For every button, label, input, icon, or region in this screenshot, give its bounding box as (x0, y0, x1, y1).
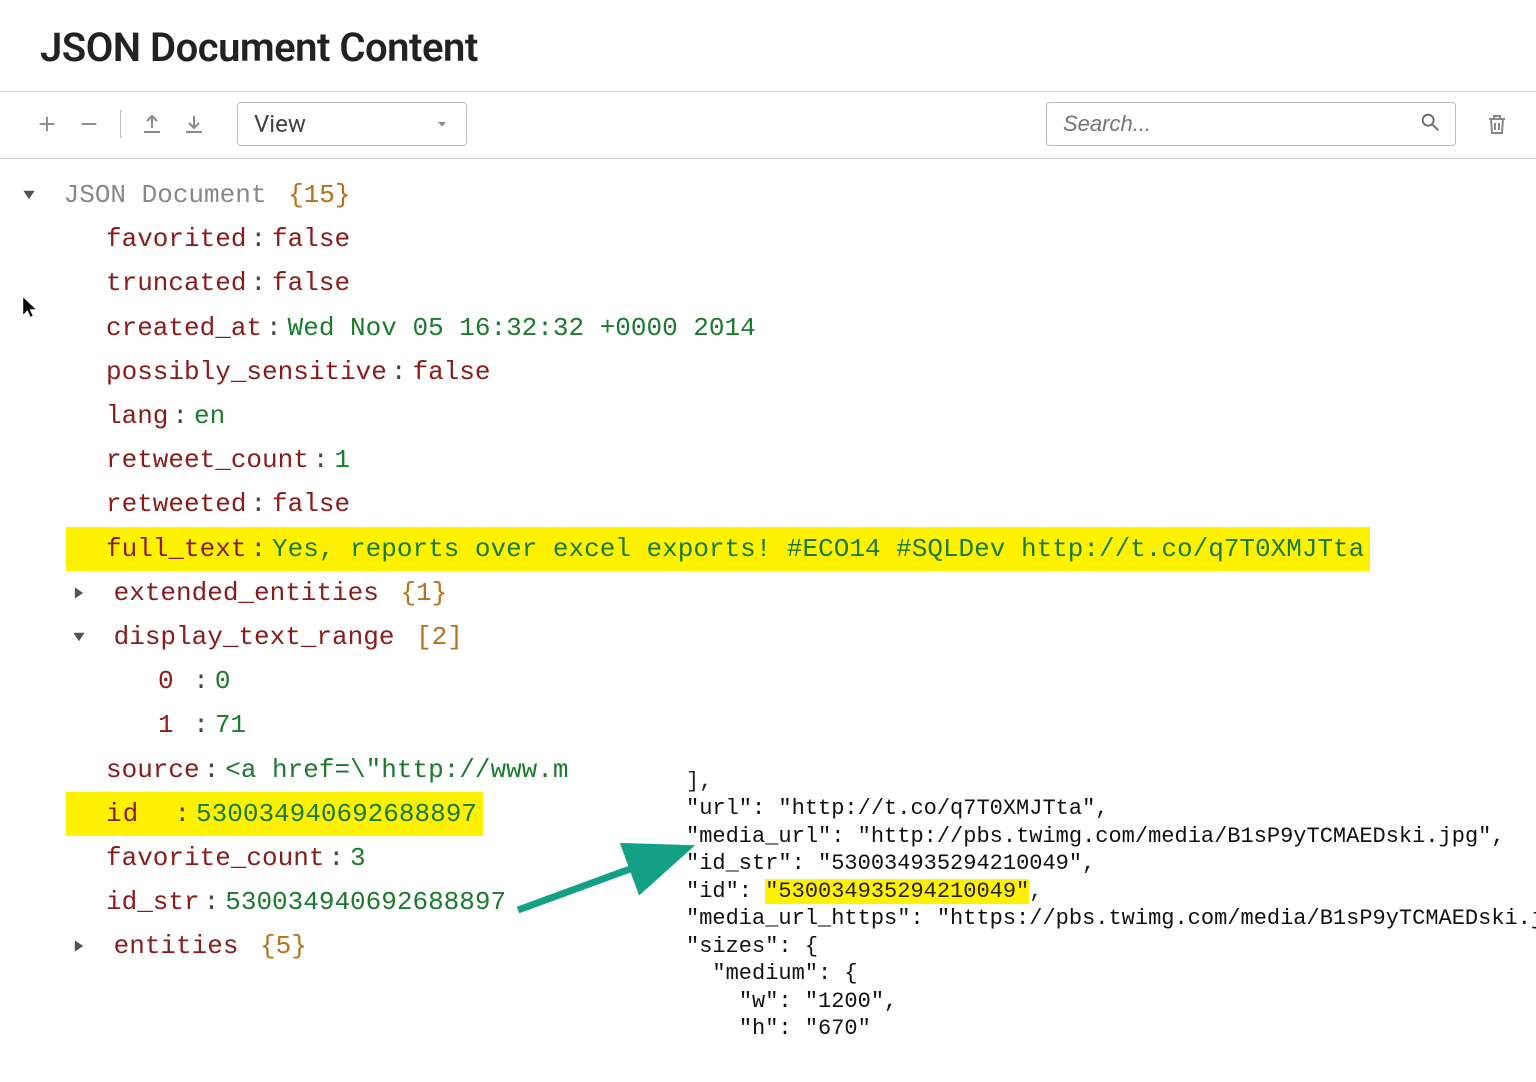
tree-row-expandable[interactable]: extended_entities {1} (66, 571, 1536, 615)
add-button[interactable] (28, 105, 66, 143)
raw-json-snippet: ], "url": "http://t.co/q7T0XMJTta", "med… (686, 740, 1536, 1043)
expand-toggle[interactable] (66, 924, 92, 968)
tree-row[interactable]: 0 :0 (158, 659, 1536, 703)
search-box[interactable] (1046, 102, 1456, 146)
tree-row[interactable]: retweet_count:1 (66, 438, 1536, 482)
toolbar: View (0, 92, 1536, 159)
root-node[interactable]: JSON Document {15} (16, 173, 1536, 217)
remove-button[interactable] (70, 105, 108, 143)
search-input[interactable] (1061, 110, 1409, 138)
root-label: JSON Document (64, 180, 267, 210)
tree-row-expandable[interactable]: display_text_range [2] (66, 615, 1536, 659)
expand-toggle[interactable] (16, 173, 42, 217)
chevron-down-icon (434, 110, 450, 138)
page-title: JSON Document Content (40, 24, 1536, 71)
expand-toggle[interactable] (66, 615, 92, 659)
upload-button[interactable] (133, 105, 171, 143)
delete-button[interactable] (1478, 105, 1516, 143)
expand-toggle[interactable] (66, 571, 92, 615)
download-button[interactable] (175, 105, 213, 143)
view-dropdown[interactable]: View (237, 102, 467, 146)
tree-row[interactable]: truncated:false (66, 261, 1536, 305)
view-dropdown-label: View (254, 110, 306, 138)
search-icon (1419, 111, 1441, 138)
page-header: JSON Document Content (0, 0, 1536, 92)
root-count: {15} (288, 180, 350, 210)
tree-row[interactable]: possibly_sensitive:false (66, 350, 1536, 394)
tree-row-highlighted[interactable]: full_text:Yes, reports over excel export… (66, 527, 1536, 571)
tree-row[interactable]: created_at:Wed Nov 05 16:32:32 +0000 201… (66, 306, 1536, 350)
tree-row[interactable]: favorited:false (66, 217, 1536, 261)
tree-row[interactable]: retweeted:false (66, 482, 1536, 526)
toolbar-separator (120, 110, 121, 138)
tree-row[interactable]: lang:en (66, 394, 1536, 438)
